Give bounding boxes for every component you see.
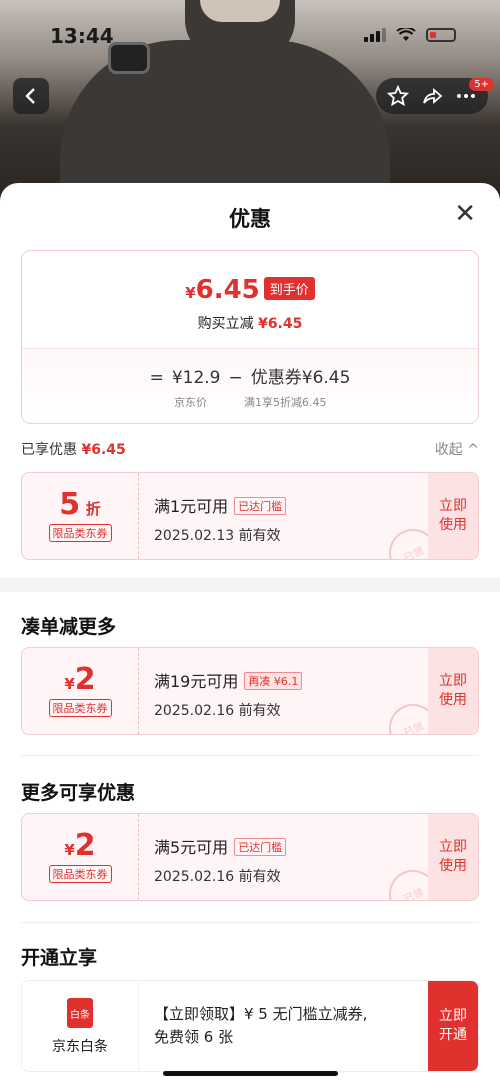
final-price-row: ¥6.45 到手价 xyxy=(22,275,478,305)
coupon-date: 2025.02.16 前有效 xyxy=(154,869,281,885)
coupon-unit: ¥ xyxy=(64,841,75,859)
use-now-button[interactable]: 立即 使用 xyxy=(428,473,478,559)
section-divider xyxy=(0,578,500,592)
section-title-more-offers: 更多可享优惠 xyxy=(21,782,136,804)
wifi-icon xyxy=(396,28,416,41)
final-price: 6.45 xyxy=(195,275,260,305)
enjoyed-offers: 已享优惠 ¥6.45 xyxy=(21,439,126,459)
baitiao-name: 京东白条 xyxy=(52,1039,108,1055)
status-time: 13:44 xyxy=(50,24,114,48)
action-line-1: 立即 xyxy=(439,673,467,689)
coupon-date: 2025.02.16 前有效 xyxy=(154,703,281,719)
coupon-info: 满1元可用 已达门槛 2025.02.13 前有效 xyxy=(154,493,287,545)
equals-sign: = xyxy=(149,368,164,388)
action-line-1: 立即 xyxy=(439,1008,467,1024)
reduce-amount: ¥6.45 xyxy=(258,316,303,332)
jd-price: ¥12.9 xyxy=(171,368,221,388)
coupon-unit: 折 xyxy=(85,500,101,518)
action-line-2: 使用 xyxy=(439,692,467,708)
chevron-left-icon xyxy=(25,88,35,104)
coupon-part: 优惠券¥6.45 xyxy=(250,368,351,388)
coupon-condition: 满19元可用 xyxy=(154,672,239,691)
action-line-1: 立即 xyxy=(439,839,467,855)
enjoyed-amount: ¥6.45 xyxy=(81,442,126,458)
divider xyxy=(21,922,479,923)
coupon-card: 5 折 限品类东券 满1元可用 已达门槛 2025.02.13 前有效 已领 立即… xyxy=(21,472,479,560)
price-formula: = ¥12.9− 优惠券¥6.45 xyxy=(22,363,478,388)
coupon-value: 5 xyxy=(59,487,81,522)
coupon-condition: 满1元可用 xyxy=(154,497,229,516)
coupon-type: 限品类东券 xyxy=(48,865,112,883)
action-line-2: 使用 xyxy=(439,858,467,874)
jd-price-label: 京东价 xyxy=(174,396,207,409)
activate-button[interactable]: 立即 开通 xyxy=(428,981,478,1071)
share-icon[interactable] xyxy=(421,85,443,107)
baitiao-icon: 白条 xyxy=(67,998,93,1028)
action-line-1: 立即 xyxy=(439,498,467,514)
coupon-note: 满1享5折减6.45 xyxy=(244,396,327,409)
baitiao-offer-line-2: 免费领 6 张 xyxy=(154,1028,234,1046)
sheet-title: 优惠 xyxy=(229,207,271,231)
final-price-label: 到手价 xyxy=(263,277,315,300)
currency-symbol: ¥ xyxy=(185,284,196,302)
coupon-tag: 再凑 ¥6.1 xyxy=(244,672,303,690)
coupon-type: 限品类东券 xyxy=(48,524,112,542)
minus-sign: − xyxy=(228,368,243,388)
reduce-row: 购买立减 ¥6.45 xyxy=(22,313,478,333)
coupon-value-area: ¥2 限品类东券 xyxy=(22,814,139,900)
action-line-2: 开通 xyxy=(439,1027,467,1043)
home-indicator xyxy=(163,1071,338,1076)
back-button[interactable] xyxy=(13,78,49,114)
coupon-info: 满5元可用 已达门槛 2025.02.16 前有效 xyxy=(154,834,287,886)
coupon-type: 限品类东券 xyxy=(48,699,112,717)
battery-icon xyxy=(426,28,456,42)
use-now-button[interactable]: 立即 使用 xyxy=(428,814,478,900)
enjoyed-label: 已享优惠 xyxy=(21,442,77,458)
baitiao-offer-line-1: 【立即领取】¥ 5 无门槛立减券, xyxy=(154,1005,368,1023)
close-icon[interactable]: ✕ xyxy=(454,201,476,227)
coupon-date: 2025.02.13 前有效 xyxy=(154,528,281,544)
star-icon[interactable] xyxy=(387,85,409,107)
divider xyxy=(21,755,479,756)
section-title-combine: 凑单减更多 xyxy=(21,616,117,638)
collapse-toggle[interactable]: 收起 ^ xyxy=(435,439,479,459)
signal-icon xyxy=(364,28,386,42)
baitiao-offer: 【立即领取】¥ 5 无门槛立减券, 免费领 6 张 xyxy=(154,1003,422,1049)
notification-badge: 5+ xyxy=(469,78,494,91)
baitiao-card: 白条 京东白条 【立即领取】¥ 5 无门槛立减券, 免费领 6 张 立即开通 xyxy=(21,980,479,1072)
coupon-tag: 已达门槛 xyxy=(234,838,287,856)
section-title-activate: 开通立享 xyxy=(21,947,98,969)
price-summary-card: ¥6.45 到手价 购买立减 ¥6.45 = ¥12.9− 优惠券¥6.45 京东价 … xyxy=(21,250,479,424)
status-bar: 13:44 xyxy=(0,22,500,52)
coupon-card: ¥2 限品类东券 满5元可用 已达门槛 2025.02.16 前有效 已领 立即使… xyxy=(21,813,479,901)
coupon-unit: ¥ xyxy=(64,675,75,693)
coupon-value: 2 xyxy=(74,828,96,863)
coupon-value-area: 5 折 限品类东券 xyxy=(22,473,139,559)
use-now-button[interactable]: 立即 使用 xyxy=(428,648,478,734)
coupon-card: ¥2 限品类东券 满19元可用 再凑 ¥6.1 2025.02.16 前有效 已领… xyxy=(21,647,479,735)
coupon-value-area: ¥2 限品类东券 xyxy=(22,648,139,734)
reduce-label: 购买立减 xyxy=(197,316,254,332)
coupon-condition: 满5元可用 xyxy=(154,838,229,857)
coupon-tag: 已达门槛 xyxy=(234,497,287,515)
neck-shape xyxy=(200,0,280,22)
offers-sheet: 优惠 ✕ ¥6.45 到手价 购买立减 ¥6.45 = ¥12.9− 优惠券¥6.45… xyxy=(0,183,500,1083)
baitiao-brand: 白条 京东白条 xyxy=(22,981,139,1071)
coupon-info: 满19元可用 再凑 ¥6.1 2025.02.16 前有效 xyxy=(154,668,303,720)
action-line-2: 使用 xyxy=(439,517,467,533)
coupon-value: 2 xyxy=(74,662,96,697)
